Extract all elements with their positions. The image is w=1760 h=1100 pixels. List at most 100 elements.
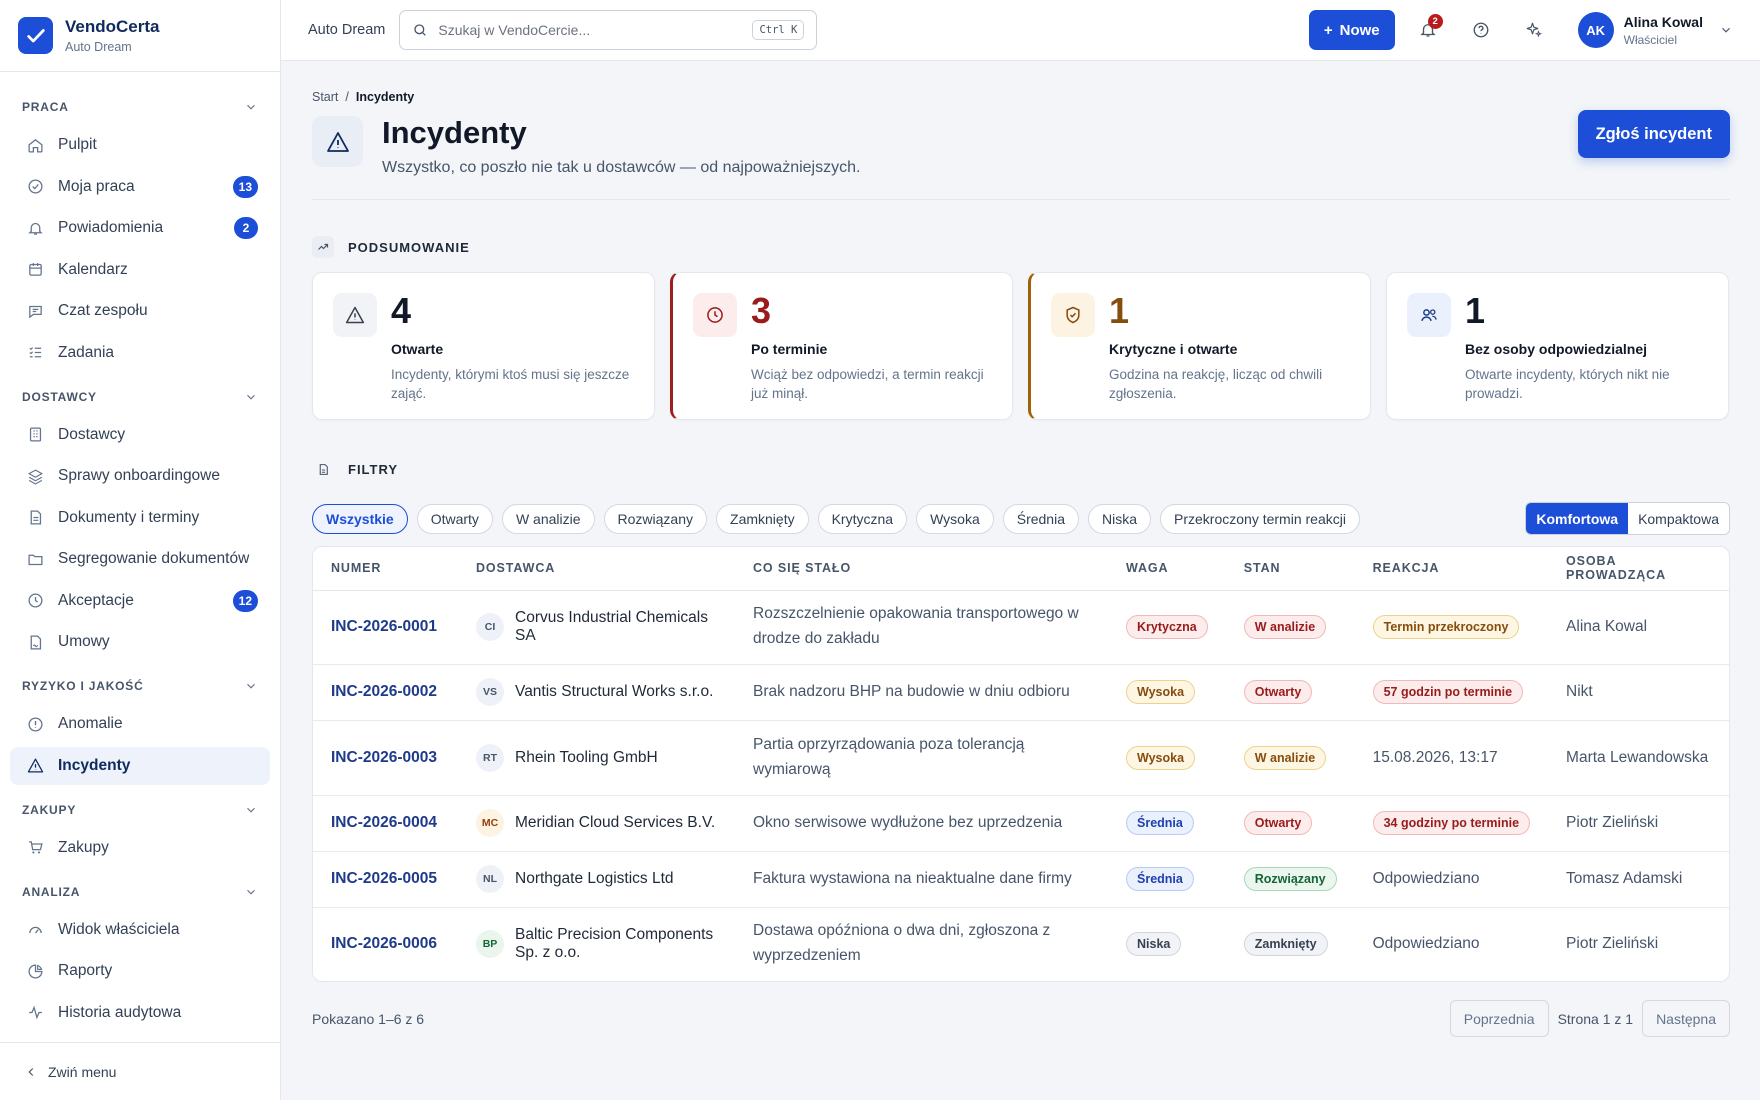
- breadcrumb-start[interactable]: Start: [312, 90, 338, 104]
- owner-name: Marta Lewandowska: [1548, 720, 1729, 796]
- nav-section-analiza[interactable]: ANALIZA: [10, 873, 270, 911]
- collapse-menu-button[interactable]: Zwiń menu: [0, 1042, 280, 1100]
- workspace-name[interactable]: Auto Dream: [308, 22, 385, 38]
- filter-chip-low[interactable]: Niska: [1088, 503, 1152, 534]
- new-button[interactable]: + Nowe: [1308, 10, 1395, 50]
- stat-card-critical[interactable]: 1 Krytyczne i otwarte Godzina na reakcję…: [1028, 272, 1371, 420]
- ai-assistant-button[interactable]: [1514, 10, 1554, 50]
- nav-section-label: ANALIZA: [22, 884, 81, 899]
- filter-chip-critical[interactable]: Krytyczna: [817, 503, 908, 534]
- brand[interactable]: VendoCerta Auto Dream: [0, 0, 280, 72]
- contract-icon: [26, 633, 44, 651]
- layers-icon: [26, 467, 44, 485]
- home-icon: [26, 136, 44, 154]
- sidebar-item-segregowanie[interactable]: Segregowanie dokumentów: [10, 540, 270, 578]
- sidebar: VendoCerta Auto Dream PRACA Pulpit Moja …: [0, 0, 281, 1100]
- help-button[interactable]: [1461, 10, 1501, 50]
- prev-page-button[interactable]: Poprzednia: [1449, 1000, 1549, 1037]
- filter-chip-all[interactable]: Wszystkie: [312, 503, 408, 534]
- column-header[interactable]: STAN: [1225, 547, 1355, 591]
- folder-icon: [26, 550, 44, 568]
- filter-chip-high[interactable]: Wysoka: [916, 503, 994, 534]
- nav-section-dostawcy[interactable]: DOSTAWCY: [10, 378, 270, 416]
- filter-chip-open[interactable]: Otwarty: [416, 503, 493, 534]
- chevron-down-icon: [247, 889, 255, 895]
- column-header[interactable]: CO SIĘ STAŁO: [735, 547, 1108, 591]
- table-row[interactable]: INC-2026-0001 CI Corvus Industrial Chemic…: [313, 590, 1729, 665]
- search-shortcut: Ctrl K: [752, 20, 805, 40]
- density-compact-button[interactable]: Kompaktowa: [1628, 503, 1729, 534]
- stat-card-open[interactable]: 4 Otwarte Incydenty, którymi ktoś musi s…: [312, 272, 655, 420]
- user-menu[interactable]: AK Alina Kowal Właściciel: [1577, 12, 1733, 48]
- sidebar-item-label: Dostawcy: [58, 425, 126, 443]
- sidebar-item-umowy[interactable]: Umowy: [10, 623, 270, 661]
- report-incident-button[interactable]: Zgłoś incydent: [1577, 110, 1730, 158]
- search-input[interactable]: [438, 22, 743, 38]
- incident-number-link[interactable]: INC-2026-0002: [331, 683, 437, 700]
- status-badge: Otwarty: [1243, 811, 1313, 835]
- sidebar-item-zakupy[interactable]: Zakupy: [10, 829, 270, 867]
- filter-chip-overdue[interactable]: Przekroczony termin reakcji: [1160, 503, 1360, 534]
- column-header[interactable]: NUMER: [313, 547, 458, 591]
- sidebar-item-widok[interactable]: Widok właściciela: [10, 911, 270, 949]
- sidebar-item-kalendarz[interactable]: Kalendarz: [10, 251, 270, 289]
- sidebar-item-raporty[interactable]: Raporty: [10, 952, 270, 990]
- filter-chip-resolved[interactable]: Rozwiązany: [603, 503, 708, 534]
- table-row[interactable]: INC-2026-0002 VS Vantis Structural Works …: [313, 664, 1729, 721]
- column-header[interactable]: REAKCJA: [1354, 547, 1549, 591]
- incident-number-link[interactable]: INC-2026-0005: [331, 870, 437, 887]
- sidebar-item-label: Incydenty: [58, 756, 131, 774]
- warning-triangle-icon: [312, 116, 363, 167]
- column-header[interactable]: DOSTAWCA: [458, 547, 735, 591]
- sidebar-item-moja-praca[interactable]: Moja praca 13: [10, 168, 270, 206]
- sidebar-item-label: Powiadomienia: [58, 219, 164, 236]
- search-icon: [414, 24, 427, 36]
- nav-section-ryzyko[interactable]: RYZYKO I JAKOŚĆ: [10, 667, 270, 705]
- status-badge: Rozwiązany: [1243, 867, 1337, 891]
- stat-card-unassigned[interactable]: 1 Bez osoby odpowiedzialnej Otwarte incy…: [1386, 272, 1729, 420]
- incident-number-link[interactable]: INC-2026-0003: [331, 749, 437, 766]
- table-row[interactable]: INC-2026-0003 RT Rhein Tooling GmbH Parti…: [313, 720, 1729, 796]
- stat-title: Bez osoby odpowiedzialnej: [1465, 341, 1648, 357]
- sidebar-item-czat[interactable]: Czat zespołu: [10, 292, 270, 330]
- stat-card-overdue[interactable]: 3 Po terminie Wciąż bez odpowiedzi, a te…: [670, 272, 1013, 420]
- density-comfortable-button[interactable]: Komfortowa: [1526, 503, 1629, 534]
- table-row[interactable]: INC-2026-0005 NL Northgate Logistics Ltd …: [313, 851, 1729, 908]
- sidebar-item-zadania[interactable]: Zadania: [10, 334, 270, 372]
- table-row[interactable]: INC-2026-0006 BP Baltic Precision Compone…: [313, 907, 1729, 981]
- sidebar-item-powiadomienia[interactable]: Powiadomienia 2: [10, 209, 270, 247]
- gauge-icon: [26, 921, 44, 939]
- incident-number-link[interactable]: INC-2026-0004: [331, 814, 437, 831]
- notifications-button[interactable]: 2: [1408, 10, 1448, 50]
- column-header[interactable]: OSOBA PROWADZĄCA: [1548, 547, 1729, 591]
- stat-title: Otwarte: [391, 341, 444, 357]
- sidebar-item-pulpit[interactable]: Pulpit: [10, 126, 270, 164]
- users-icon: [1407, 293, 1451, 337]
- filter-chip-medium[interactable]: Średnia: [1002, 503, 1079, 534]
- sidebar-item-anomalie[interactable]: Anomalie: [10, 705, 270, 743]
- incident-number-link[interactable]: INC-2026-0006: [331, 935, 437, 952]
- sidebar-item-historia[interactable]: Historia audytowa: [10, 994, 270, 1032]
- vendor-avatar: VS: [476, 678, 504, 706]
- nav-section-praca[interactable]: PRACA: [10, 88, 270, 126]
- sidebar-item-label: Akceptacje: [58, 591, 134, 609]
- column-header[interactable]: WAGA: [1108, 547, 1226, 591]
- nav-section-zakupy[interactable]: ZAKUPY: [10, 791, 270, 829]
- sidebar-item-label: Widok właściciela: [58, 920, 180, 938]
- user-name: Alina Kowal: [1623, 13, 1703, 30]
- filter-chip-closed[interactable]: Zamknięty: [716, 503, 809, 534]
- search-box[interactable]: Ctrl K: [399, 10, 818, 50]
- sidebar-item-incydenty[interactable]: Incydenty: [10, 746, 270, 785]
- incident-number-link[interactable]: INC-2026-0001: [331, 618, 437, 635]
- next-page-button[interactable]: Następna: [1642, 1000, 1730, 1037]
- sparkles-icon: [1526, 22, 1542, 38]
- table-row[interactable]: INC-2026-0004 MC Meridian Cloud Services …: [313, 795, 1729, 852]
- sidebar-item-dostawcy[interactable]: Dostawcy: [10, 416, 270, 454]
- alert-circle-icon: [26, 715, 44, 733]
- sidebar-item-onboarding[interactable]: Sprawy onboardingowe: [10, 457, 270, 495]
- brand-logo-icon: [18, 17, 53, 54]
- vendor-name: Corvus Industrial Chemicals SA: [515, 609, 708, 644]
- filter-chip-analysis[interactable]: W analizie: [501, 503, 595, 534]
- sidebar-item-akceptacje[interactable]: Akceptacje 12: [10, 582, 270, 620]
- sidebar-item-dokumenty[interactable]: Dokumenty i terminy: [10, 499, 270, 537]
